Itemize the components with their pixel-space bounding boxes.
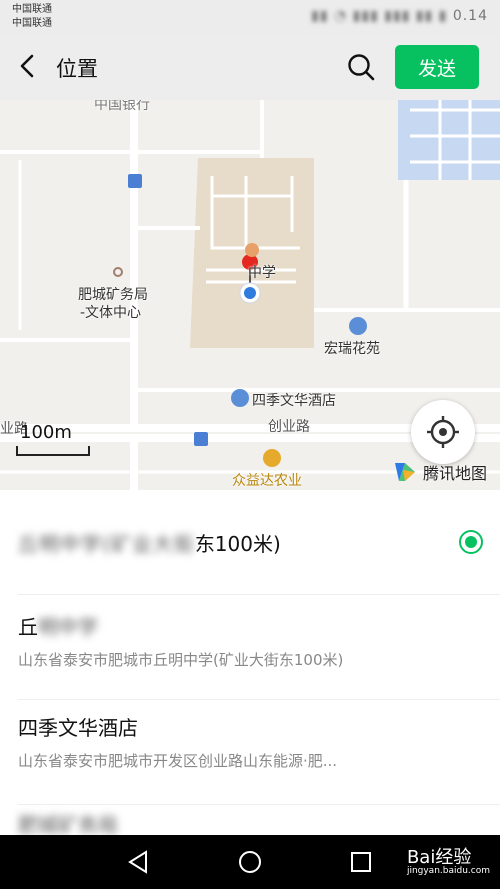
- list-item[interactable]: 肥城矿务局: [0, 805, 500, 835]
- map-label-garden: 宏瑞花苑: [324, 341, 380, 357]
- carrier-label: 中国联通: [12, 4, 52, 15]
- status-time: 0.14: [452, 8, 488, 24]
- map-brand: 腾讯地图: [393, 460, 487, 484]
- map-label-school: 中学: [248, 265, 276, 281]
- result-name: 四季文华酒店: [18, 716, 138, 740]
- list-item[interactable]: 丘明中学 山东省泰安市肥城市丘明中学(矿业大街东100米): [0, 595, 500, 699]
- page-title: 位置: [56, 57, 98, 81]
- carrier-label: 中国联通: [12, 18, 52, 29]
- map-label-bank: 中国银行: [94, 100, 150, 113]
- watermark-brand: Bai经验: [406, 847, 472, 868]
- result-address: 山东省泰安市肥城市开发区创业路山东能源·肥...: [18, 752, 338, 770]
- watermark-url: jingyan.baidu.com: [406, 866, 490, 876]
- result-name: 丘明中学: [18, 615, 98, 639]
- map-label-bureau-sub: -文体中心: [80, 305, 142, 321]
- map-label-road: 创业路: [268, 419, 310, 435]
- selected-radio[interactable]: [459, 530, 483, 554]
- nav-home-icon[interactable]: [237, 849, 263, 875]
- map-scale-label: 100m: [20, 422, 72, 443]
- map-brand-name: 腾讯地图: [423, 464, 488, 483]
- watermark: Bai经验 jingyan.baidu.com: [407, 843, 490, 876]
- top-bar: 位置 发送: [0, 34, 500, 100]
- system-nav-bar: Bai经验 jingyan.baidu.com: [0, 835, 500, 889]
- back-icon[interactable]: [14, 52, 42, 80]
- nav-back-icon[interactable]: [126, 849, 152, 875]
- crosshair-icon: [427, 416, 459, 448]
- result-name: 丘明中学(矿业大街东100米): [18, 532, 281, 556]
- map-label-agri: 众益达农业: [232, 473, 302, 489]
- locate-button[interactable]: [411, 400, 475, 464]
- status-icons: ▮▮ ◔ ▮▮▮ ▮▮▮ ▮▮ ▮ 0.14: [311, 8, 488, 24]
- nav-recents-icon[interactable]: [348, 849, 374, 875]
- map-view[interactable]: 中国银行 中学 肥城矿务局 -文体中心 宏瑞花苑 四季文华酒店 创业路 业路 众…: [0, 100, 500, 490]
- tencent-map-logo-icon: [395, 463, 415, 481]
- send-button[interactable]: 发送: [395, 45, 479, 89]
- map-label-bureau: 肥城矿务局: [78, 287, 148, 303]
- map-scale-bar: [16, 446, 90, 456]
- status-bar: 中国联通 中国联通 ▮▮ ◔ ▮▮▮ ▮▮▮ ▮▮ ▮ 0.14: [0, 0, 500, 34]
- list-item[interactable]: 四季文华酒店 山东省泰安市肥城市开发区创业路山东能源·肥...: [0, 700, 500, 804]
- result-address: 山东省泰安市肥城市丘明中学(矿业大街东100米): [18, 651, 344, 669]
- map-label-hotel: 四季文华酒店: [252, 393, 336, 409]
- list-item[interactable]: 丘明中学(矿业大街东100米): [0, 490, 500, 594]
- search-icon[interactable]: [346, 52, 376, 82]
- result-name: 肥城矿务局: [18, 813, 118, 835]
- location-results-list: 丘明中学(矿业大街东100米) 丘明中学 山东省泰安市肥城市丘明中学(矿业大街东…: [0, 490, 500, 835]
